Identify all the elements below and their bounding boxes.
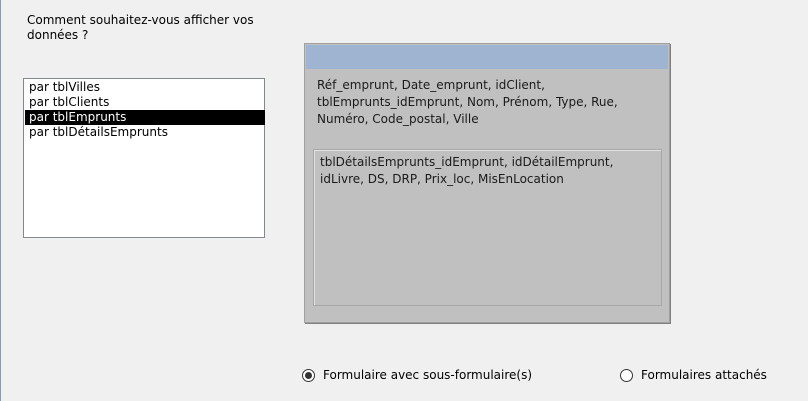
- radio-subform[interactable]: [302, 368, 315, 382]
- option-subform-label[interactable]: Formulaire avec sous-formulaire(s): [323, 368, 532, 382]
- option-subform[interactable]: Formulaire avec sous-formulaire(s): [302, 365, 532, 385]
- radio-linked-forms[interactable]: [620, 368, 633, 382]
- list-item-tbldetailsemprunts[interactable]: par tblDétailsEmprunts: [25, 125, 264, 140]
- subform-preview-box: tblDétailsEmprunts_idEmprunt, idDétailEm…: [313, 149, 662, 306]
- view-prompt-label: Comment souhaitez-vous afficher vos donn…: [27, 13, 254, 42]
- option-linked-forms-label[interactable]: Formulaires attachés: [641, 368, 767, 382]
- preview-header-bar: [306, 45, 668, 69]
- list-item-tblclients[interactable]: par tblClients: [25, 95, 264, 110]
- list-item-tblemprunts[interactable]: par tblEmprunts: [25, 110, 265, 125]
- main-form-fields: Réf_emprunt, Date_emprunt, idClient, tbl…: [317, 78, 618, 126]
- dialog-left-border: [0, 0, 1, 401]
- subform-fields: tblDétailsEmprunts_idEmprunt, idDétailEm…: [320, 155, 614, 186]
- form-layout-preview: Réf_emprunt, Date_emprunt, idClient, tbl…: [304, 43, 670, 323]
- option-linked-forms[interactable]: Formulaires attachés: [620, 365, 767, 385]
- view-by-listbox[interactable]: par tblVilles par tblClients par tblEmpr…: [23, 78, 265, 238]
- list-item-tblvilles[interactable]: par tblVilles: [25, 80, 264, 95]
- radio-selected-dot: [305, 371, 312, 379]
